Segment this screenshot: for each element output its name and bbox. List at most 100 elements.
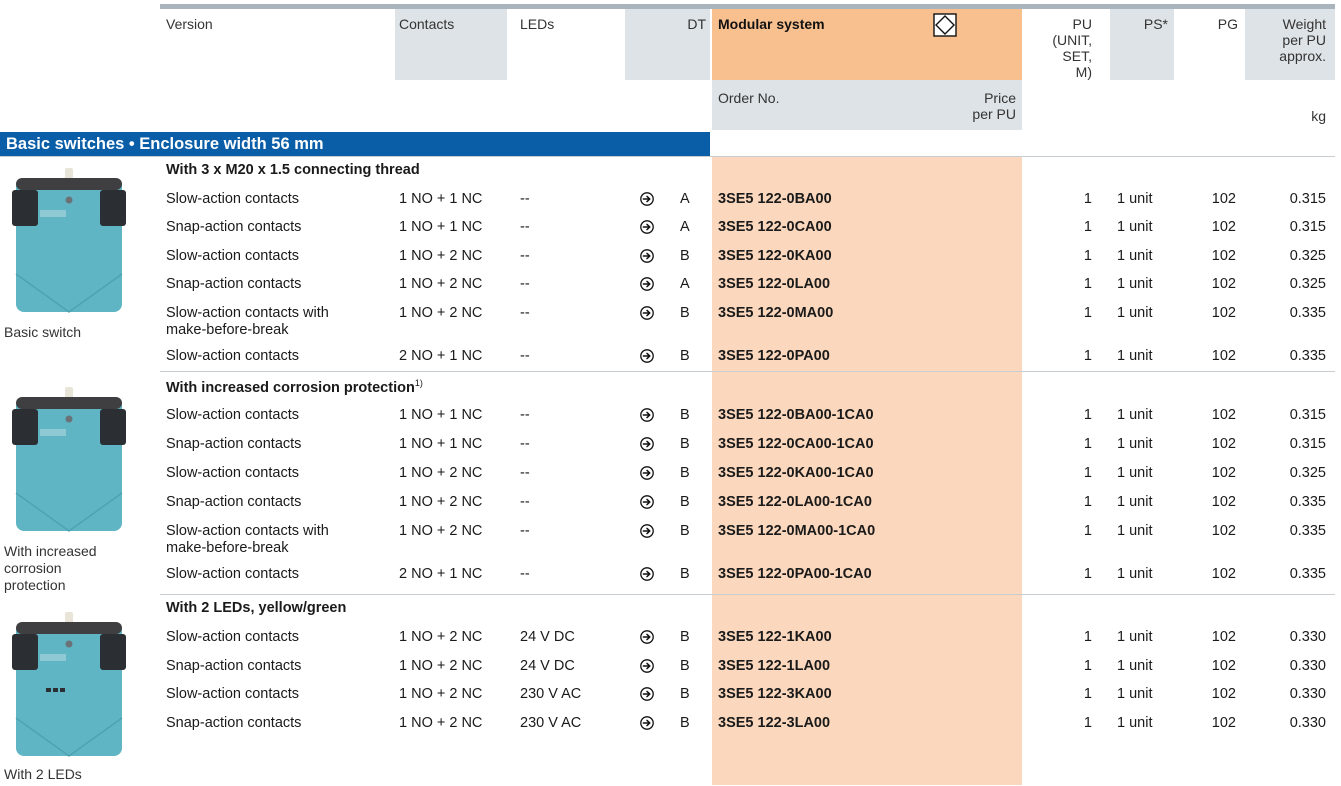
row-version-line2: make-before-break <box>166 540 289 556</box>
footnote-marker: 1) <box>414 378 423 388</box>
row-pg: 102 <box>1211 276 1236 292</box>
row-order-number: 3SE5 122-3KA00 <box>718 686 832 702</box>
row-pg: 102 <box>1211 523 1236 539</box>
header-order-no: Order No. <box>718 90 780 106</box>
row-contacts: 2 NO + 1 NC <box>399 566 483 582</box>
row-ps: 1 unit <box>1117 629 1153 645</box>
row-pu: 1 <box>1083 219 1092 235</box>
row-pg: 102 <box>1211 436 1236 452</box>
row-dt: B <box>680 465 690 481</box>
row-weight: 0.315 <box>1289 436 1326 452</box>
row-contacts: 1 NO + 2 NC <box>399 715 483 731</box>
row-pg: 102 <box>1211 686 1236 702</box>
row-leds: 230 V AC <box>520 686 582 702</box>
row-pu: 1 <box>1083 305 1092 321</box>
row-contacts: 1 NO + 1 NC <box>399 407 483 423</box>
basic-switch-photo <box>10 166 128 319</box>
row-weight: 0.335 <box>1289 566 1326 582</box>
row-leds: -- <box>520 465 530 481</box>
row-dt: B <box>680 348 690 364</box>
row-version: Slow-action contacts <box>166 629 299 645</box>
row-pg: 102 <box>1211 566 1236 582</box>
row-contacts: 2 NO + 1 NC <box>399 348 483 364</box>
row-weight: 0.325 <box>1289 276 1326 292</box>
row-order-number: 3SE5 122-0LA00 <box>718 276 831 292</box>
row-pu: 1 <box>1083 248 1092 264</box>
row-version: Snap-action contacts <box>166 658 302 674</box>
header-pg: PG <box>1217 16 1238 32</box>
photo-caption-leds: With 2 LEDs <box>4 766 82 782</box>
arrow-right-icon <box>640 716 654 730</box>
row-weight: 0.315 <box>1289 219 1326 235</box>
row-ps: 1 unit <box>1117 191 1153 207</box>
row-weight: 0.335 <box>1289 523 1326 539</box>
row-version-line2: make-before-break <box>166 322 289 338</box>
row-pu: 1 <box>1083 465 1092 481</box>
row-dt: B <box>680 629 690 645</box>
row-version: Snap-action contacts <box>166 276 302 292</box>
row-pu: 1 <box>1083 523 1092 539</box>
row-pu: 1 <box>1083 407 1092 423</box>
row-dt: B <box>680 494 690 510</box>
row-leds: -- <box>520 566 530 582</box>
row-leds: -- <box>520 523 530 539</box>
row-order-number: 3SE5 122-1LA00 <box>718 658 831 674</box>
row-pu: 1 <box>1083 658 1092 674</box>
row-version: Slow-action contacts <box>166 407 299 423</box>
row-leds: -- <box>520 436 530 452</box>
row-leds: -- <box>520 494 530 510</box>
row-dt: A <box>680 191 690 207</box>
row-ps: 1 unit <box>1117 715 1153 731</box>
row-order-number: 3SE5 122-0KA00 <box>718 248 832 264</box>
row-pg: 102 <box>1211 348 1236 364</box>
row-ps: 1 unit <box>1117 348 1153 364</box>
row-order-number: 3SE5 122-0LA00-1CA0 <box>718 494 872 510</box>
row-ps: 1 unit <box>1117 686 1153 702</box>
row-version: Snap-action contacts <box>166 219 302 235</box>
led-switch-photo <box>10 610 128 763</box>
row-weight: 0.335 <box>1289 494 1326 510</box>
row-order-number: 3SE5 122-3LA00 <box>718 715 831 731</box>
row-contacts: 1 NO + 1 NC <box>399 191 483 207</box>
row-leds: -- <box>520 407 530 423</box>
row-ps: 1 unit <box>1117 305 1153 321</box>
arrow-right-icon <box>640 192 654 206</box>
row-pg: 102 <box>1211 715 1236 731</box>
row-contacts: 1 NO + 2 NC <box>399 248 483 264</box>
row-pg: 102 <box>1211 494 1236 510</box>
row-leds: -- <box>520 219 530 235</box>
group-title: With 2 LEDs, yellow/green <box>166 600 346 616</box>
header-pu: PU (UNIT, SET, M) <box>1052 16 1092 80</box>
row-leds: 24 V DC <box>520 658 575 674</box>
row-pu: 1 <box>1083 436 1092 452</box>
row-pg: 102 <box>1211 191 1236 207</box>
row-contacts: 1 NO + 2 NC <box>399 523 483 539</box>
row-contacts: 1 NO + 2 NC <box>399 658 483 674</box>
row-pu: 1 <box>1083 566 1092 582</box>
row-version: Snap-action contacts <box>166 436 302 452</box>
row-contacts: 1 NO + 2 NC <box>399 629 483 645</box>
group-title-text: With 2 LEDs, yellow/green <box>166 600 347 616</box>
row-leds: 230 V AC <box>520 715 582 731</box>
arrow-right-icon <box>640 567 654 581</box>
row-order-number: 3SE5 122-0BA00-1CA0 <box>718 407 874 423</box>
row-pg: 102 <box>1211 219 1236 235</box>
row-leds: -- <box>520 276 530 292</box>
header-modular: Modular system <box>718 16 825 32</box>
row-order-number: 3SE5 122-0MA00 <box>718 305 834 321</box>
row-dt: B <box>680 715 690 731</box>
arrow-right-icon <box>640 437 654 451</box>
row-dt: B <box>680 686 690 702</box>
row-leds: 24 V DC <box>520 629 575 645</box>
row-contacts: 1 NO + 1 NC <box>399 219 483 235</box>
arrow-right-icon <box>640 466 654 480</box>
row-ps: 1 unit <box>1117 523 1153 539</box>
group-title: With 3 x M20 x 1.5 connecting thread <box>166 162 420 178</box>
row-weight: 0.330 <box>1289 715 1326 731</box>
row-ps: 1 unit <box>1117 276 1153 292</box>
row-version: Slow-action contacts <box>166 248 299 264</box>
section-title: Basic switches • Enclosure width 56 mm <box>6 135 324 153</box>
arrow-right-icon <box>640 495 654 509</box>
arrow-right-icon <box>640 659 654 673</box>
photo-caption-basic: Basic switch <box>4 324 82 340</box>
